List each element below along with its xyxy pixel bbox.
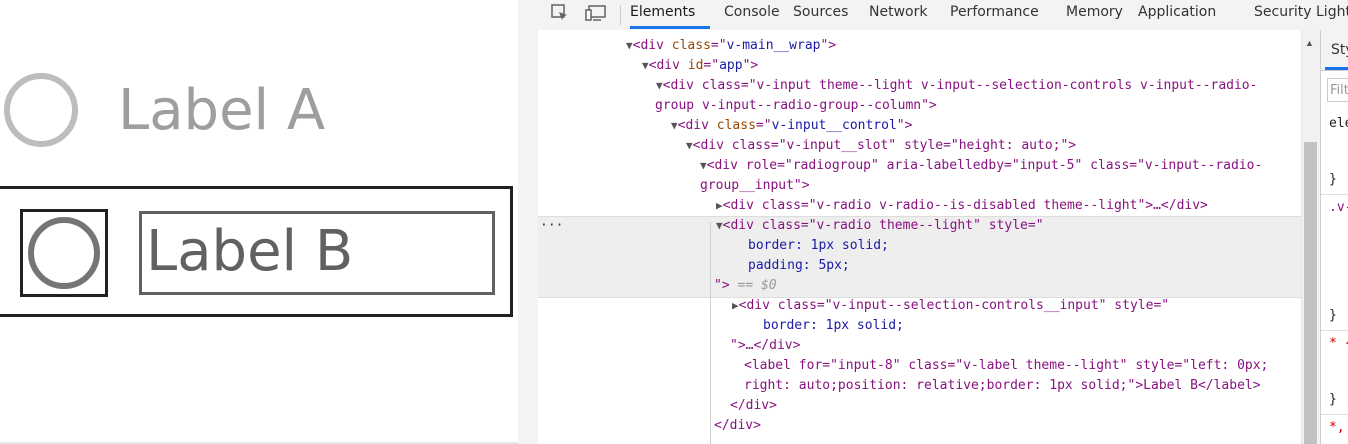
dom-node-radio-disabled[interactable]: ▶<div class="v-radio v-radio--is-disable…: [716, 196, 1208, 216]
devtools-gutter: [518, 0, 539, 444]
styles-rule-close: }: [1329, 172, 1337, 187]
tab-separator: [620, 5, 621, 25]
tab-sources[interactable]: Sources: [793, 0, 848, 30]
indent-guide: [710, 222, 711, 444]
dom-node-app[interactable]: ▼<div id="app">: [642, 56, 758, 76]
page-preview: Label A Label B: [0, 0, 518, 444]
tab-security[interactable]: Security: [1254, 0, 1312, 30]
devtools-tabbar: Elements Console Sources Network Perform…: [538, 0, 1348, 31]
styles-filter-input[interactable]: Filter: [1327, 78, 1348, 102]
dom-node-selection-input-close: ">…</div>: [730, 338, 801, 353]
tab-styles[interactable]: Styles: [1331, 42, 1348, 58]
tab-memory[interactable]: Memory: [1066, 0, 1123, 30]
elements-tree: ··· ▼<div class="v-main__wrap"> ▼<div id…: [538, 30, 1301, 444]
devtools: Elements Console Sources Network Perform…: [518, 0, 1348, 444]
styles-rule-star-2: *,: [1329, 420, 1345, 435]
dom-node-main-wrap[interactable]: ▼<div class="v-main__wrap">: [626, 36, 836, 56]
tab-performance[interactable]: Performance: [950, 0, 1039, 30]
dom-class-value: v-input__control: [771, 118, 897, 133]
styles-rule-close-3: }: [1329, 392, 1337, 407]
styles-separator: [1321, 330, 1348, 331]
inspect-element-icon[interactable]: [548, 3, 572, 25]
styles-separator: [1321, 414, 1348, 415]
radio-label-b[interactable]: Label B: [139, 211, 495, 295]
device-toolbar-icon[interactable]: [584, 3, 608, 25]
dom-node-input-slot[interactable]: ▼<div class="v-input__slot" style="heigh…: [686, 136, 1076, 156]
dom-node-radiogroup-cont: group__input">: [700, 178, 810, 193]
styles-rule-v: .v-: [1329, 200, 1348, 215]
dom-class-value: v-main__wrap: [726, 38, 821, 53]
dom-node-close-div: </div>: [730, 398, 777, 413]
dom-node-v-input[interactable]: ▼<div class="v-input theme--light v-inpu…: [656, 76, 1257, 96]
styles-separator: [1321, 194, 1348, 195]
radio-label-a[interactable]: Label A: [118, 80, 325, 142]
dom-line-text: <div class="v-input__slot" style="height…: [692, 138, 1077, 153]
style-padding-line: padding: 5px;: [748, 258, 850, 273]
dom-line-text: <div class="v-input theme--light v-input…: [662, 78, 1258, 93]
dom-line-text: <div role="radiogroup" aria-labelledby="…: [706, 158, 1263, 173]
active-tab-indicator: [630, 26, 710, 29]
styles-tabbar: Styles: [1321, 30, 1348, 71]
dom-node-v-input-cont: group v-input--radio-group--column">: [655, 98, 937, 113]
tab-lighthouse[interactable]: Lighthouse: [1316, 0, 1348, 30]
tab-network[interactable]: Network: [869, 0, 927, 30]
tab-console[interactable]: Console: [724, 0, 780, 30]
style-border-line-2: border: 1px solid;: [763, 318, 904, 333]
styles-rule-element: ele: [1329, 116, 1348, 131]
scroll-up-arrow-icon[interactable]: ▲: [1305, 38, 1314, 48]
tab-application[interactable]: Application: [1138, 0, 1216, 30]
styles-rule-star: * {: [1329, 336, 1348, 351]
dom-node-radiogroup[interactable]: ▼<div role="radiogroup" aria-labelledby=…: [700, 156, 1262, 176]
style-border-line: border: 1px solid;: [748, 238, 889, 253]
dom-line-text: ">: [714, 278, 730, 293]
styles-rule-close-2: }: [1329, 308, 1337, 323]
dom-line-text: <div class="v-radio theme--light" style=…: [722, 218, 1044, 233]
node-actions-dots[interactable]: ···: [540, 216, 563, 236]
elements-scrollbar-thumb[interactable]: [1304, 142, 1317, 444]
radio-b-circle-icon[interactable]: [28, 217, 100, 289]
radio-a-circle-icon[interactable]: [4, 73, 78, 147]
dom-node-selection-input[interactable]: ▶<div class="v-input--selection-controls…: [732, 296, 1169, 316]
styles-pane: Styles Filter ele } .v- } * { } *,: [1320, 30, 1348, 444]
dom-node-label-cont: right: auto;position: relative;border: 1…: [744, 378, 1261, 393]
styles-tab-indicator: [1325, 67, 1348, 70]
dom-node-radio-selected[interactable]: ▼<div class="v-radio theme--light" style…: [716, 216, 1044, 236]
dom-node-label[interactable]: <label for="input-8" class="v-label them…: [744, 356, 1268, 376]
dom-id-value: app: [719, 58, 743, 73]
dom-node-radio-close: "> == $0: [714, 276, 777, 296]
dom-line-text: <div class="v-input--selection-controls_…: [738, 298, 1170, 313]
dom-node-input-control[interactable]: ▼<div class="v-input__control">: [671, 116, 912, 136]
selected-node-marker: == $0: [737, 278, 777, 293]
dom-node-close-div-2: </div>: [714, 418, 761, 433]
dom-line-text: <div class="v-radio v-radio--is-disabled…: [722, 198, 1208, 213]
